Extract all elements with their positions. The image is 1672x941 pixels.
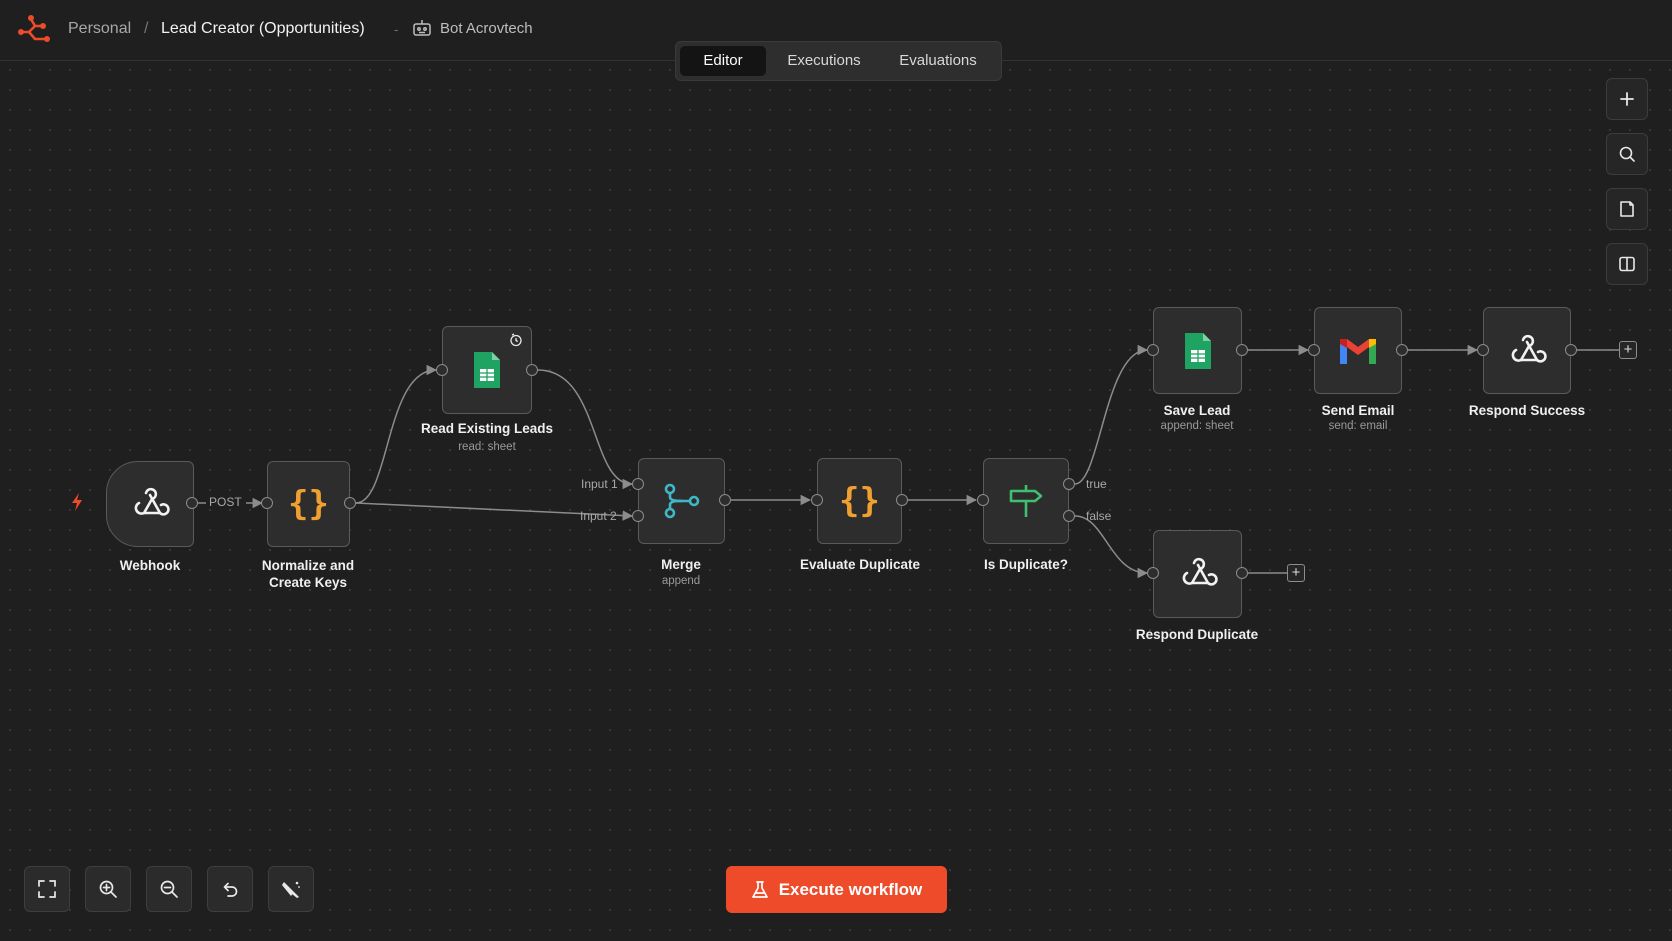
reset-zoom-button[interactable] — [207, 866, 253, 912]
if-input-port[interactable] — [977, 494, 989, 506]
zoom-out-button[interactable] — [146, 866, 192, 912]
execute-workflow-label: Execute workflow — [778, 879, 923, 899]
save-lead-output-port[interactable] — [1236, 344, 1248, 356]
if-false-port[interactable] — [1063, 510, 1075, 522]
add-after-respond-success-button[interactable]: + — [1619, 341, 1637, 359]
node-normalize[interactable]: {} — [267, 461, 350, 547]
webhook-output-port[interactable] — [186, 497, 198, 509]
respond-success-output-port[interactable] — [1565, 344, 1577, 356]
respond-duplicate-output-port[interactable] — [1236, 567, 1248, 579]
node-send-email[interactable] — [1314, 307, 1402, 394]
node-label-respond-success: Respond Success — [1468, 403, 1586, 418]
execute-workflow-button[interactable]: Execute workflow — [726, 866, 947, 913]
flask-icon — [751, 880, 768, 898]
node-merge[interactable] — [638, 458, 725, 544]
zoom-in-icon — [99, 880, 117, 898]
node-sub-merge: append — [661, 575, 701, 587]
edge-label-input-2: Input 2 — [580, 509, 617, 523]
undo-icon — [223, 882, 238, 897]
webhook-icon — [1511, 334, 1547, 363]
webhook-icon — [1182, 557, 1218, 586]
merge-output-port[interactable] — [719, 494, 731, 506]
fit-view-button[interactable] — [24, 866, 70, 912]
evaluate-output-port[interactable] — [896, 494, 908, 506]
node-label-read-leads: Read Existing Leads — [420, 421, 554, 436]
read-leads-output-port[interactable] — [526, 364, 538, 376]
merge-input-2-port[interactable] — [632, 510, 644, 522]
zoom-in-button[interactable] — [85, 866, 131, 912]
respond-success-input-port[interactable] — [1477, 344, 1489, 356]
edge-label-input-1: Input 1 — [581, 477, 618, 491]
node-respond-duplicate[interactable] — [1153, 530, 1242, 618]
tidy-up-icon — [282, 881, 300, 898]
send-email-input-port[interactable] — [1308, 344, 1320, 356]
zoom-out-icon — [160, 880, 178, 898]
evaluate-input-port[interactable] — [811, 494, 823, 506]
node-evaluate-duplicate[interactable]: {} — [817, 458, 902, 544]
node-respond-success[interactable] — [1483, 307, 1571, 394]
node-sub-send-email: send: email — [1328, 420, 1388, 432]
fit-view-icon — [38, 880, 56, 898]
node-sub-read-leads: read: sheet — [458, 441, 516, 453]
save-lead-input-port[interactable] — [1147, 344, 1159, 356]
read-leads-input-port[interactable] — [436, 364, 448, 376]
node-label-merge: Merge — [661, 557, 701, 572]
node-webhook[interactable] — [106, 461, 194, 547]
tidy-up-button[interactable] — [268, 866, 314, 912]
respond-duplicate-input-port[interactable] — [1147, 567, 1159, 579]
send-email-output-port[interactable] — [1396, 344, 1408, 356]
node-save-lead[interactable] — [1153, 307, 1242, 394]
add-after-respond-duplicate-button[interactable]: + — [1287, 564, 1305, 582]
google-sheets-icon — [1184, 332, 1211, 369]
signpost-icon — [1009, 485, 1043, 517]
edge-label-post: POST — [209, 495, 242, 509]
code-braces-icon: {} — [839, 481, 880, 521]
node-label-respond-duplicate: Respond Duplicate — [1135, 627, 1259, 642]
normalize-input-port[interactable] — [261, 497, 273, 509]
webhook-icon — [134, 487, 170, 516]
trigger-bolt-icon — [72, 493, 82, 511]
if-true-port[interactable] — [1063, 478, 1075, 490]
gmail-icon — [1340, 338, 1376, 364]
edge-label-false: false — [1086, 509, 1112, 523]
schedule-clock-icon — [510, 333, 522, 347]
merge-icon — [664, 483, 699, 519]
normalize-output-port[interactable] — [344, 497, 356, 509]
edge-label-true: true — [1086, 477, 1107, 491]
node-is-duplicate[interactable] — [983, 458, 1069, 544]
node-label-normalize-1: Normalize and — [261, 558, 355, 573]
merge-input-1-port[interactable] — [632, 478, 644, 490]
google-sheets-icon — [474, 352, 500, 388]
code-braces-icon: {} — [288, 484, 329, 524]
node-label-is-duplicate: Is Duplicate? — [983, 557, 1069, 572]
node-label-normalize-2: Create Keys — [268, 575, 348, 590]
